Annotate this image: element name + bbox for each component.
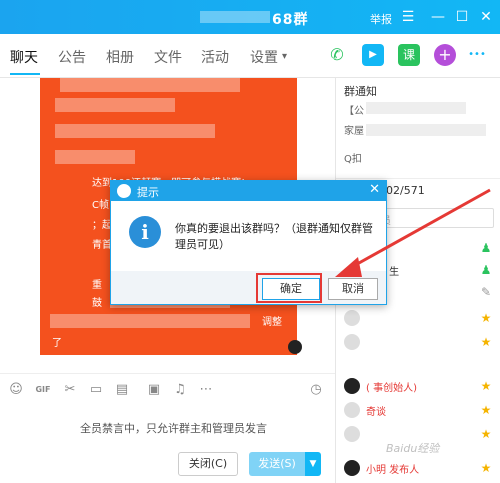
gif-icon[interactable]: GIF [34, 382, 52, 398]
add-app-icon[interactable]: + [434, 44, 456, 66]
emoji-icon[interactable]: ☺ [8, 382, 24, 398]
star-icon: ★ [480, 461, 492, 475]
notice-line: 【公 [344, 106, 364, 117]
avatar [344, 460, 360, 476]
maximize-icon[interactable]: ☐ [452, 7, 472, 27]
star-icon: ★ [480, 427, 492, 441]
tab-chat[interactable]: 聊天 [10, 47, 38, 67]
avatar [344, 402, 360, 418]
send-options-chevron-icon[interactable]: ▼ [305, 452, 321, 476]
tab-activity[interactable]: 活动 [201, 47, 229, 67]
video-icon[interactable]: ▶ [362, 44, 384, 66]
avatar [344, 378, 360, 394]
highlight-box [256, 273, 322, 303]
minimize-icon[interactable]: — [428, 7, 448, 27]
send-button[interactable]: 发送(S) [249, 452, 305, 476]
watermark: Baidu经验 [386, 442, 440, 455]
close-icon[interactable]: ✕ [476, 7, 496, 27]
close-button[interactable]: 关闭(C) [178, 452, 238, 476]
message-fragment: 重 [92, 280, 102, 291]
info-icon: i [129, 216, 161, 248]
dialog-title: 提示 [137, 186, 159, 199]
input-area: 全员禁言中，只允许群主和管理员发言 关闭(C) 发送(S) ▼ [0, 405, 335, 483]
scissors-icon[interactable]: ✂ [62, 382, 78, 398]
report-link[interactable]: 举报 [370, 11, 392, 27]
tab-files[interactable]: 文件 [154, 47, 182, 67]
group-notice-title[interactable]: 群通知 [344, 83, 377, 99]
window-title: 68群 [272, 12, 309, 28]
chat-toolbar: 聊天 公告 相册 文件 活动 设置 ▾ ✆ ▶ 课 + ••• [0, 34, 500, 78]
folder-icon[interactable]: ▭ [88, 382, 104, 398]
mute-notice: 全员禁言中，只允许群主和管理员发言 [80, 422, 267, 435]
more-icon[interactable]: ••• [466, 44, 488, 66]
message-fragment: ；起 [92, 220, 112, 231]
member-row[interactable]: ★ [344, 332, 494, 354]
history-clock-icon[interactable]: ◷ [308, 382, 324, 398]
avatar [344, 426, 360, 442]
message-fragment: 鼓 [92, 298, 102, 309]
document-icon[interactable]: ▤ [114, 382, 130, 398]
more-tools-icon[interactable]: ⋯ [198, 382, 214, 398]
image-icon[interactable]: ▣ [146, 382, 162, 398]
avatar [344, 310, 360, 326]
notice-line: Q扣 [344, 154, 362, 165]
message-fragment: 调整 [262, 317, 282, 328]
star-icon: ★ [480, 403, 492, 417]
class-icon[interactable]: 课 [398, 44, 420, 66]
chevron-down-icon[interactable]: ▾ [282, 51, 287, 62]
active-tab-indicator [10, 73, 40, 75]
member-row[interactable]: 奇谈 ★ [344, 400, 494, 422]
message-fragment: 青首 [92, 240, 112, 251]
phone-icon[interactable]: ✆ [326, 44, 348, 66]
message-fragment: 了 [52, 338, 62, 349]
star-icon: ★ [480, 311, 492, 325]
star-icon: ★ [480, 335, 492, 349]
annotation-arrow [335, 188, 491, 277]
member-row[interactable]: 小明 发布人 ★ [344, 458, 494, 480]
star-icon: ★ [480, 379, 492, 393]
edit-pencil-icon[interactable]: ✎ [478, 284, 494, 300]
message-fragment: C帧 [92, 200, 109, 211]
title-bar: 68群 举报 ☰ — ☐ ✕ [0, 0, 500, 34]
avatar [344, 334, 360, 350]
member-row[interactable]: ★ [344, 308, 494, 330]
tab-announcement[interactable]: 公告 [58, 47, 86, 67]
tab-album[interactable]: 相册 [106, 47, 134, 67]
notice-line: 家屋 [344, 126, 364, 137]
redacted-group-name [200, 11, 270, 23]
qq-logo-icon [117, 184, 131, 198]
tab-settings[interactable]: 设置 [250, 47, 278, 67]
qq-penguin-icon [288, 340, 302, 354]
member-row[interactable]: ( 事创始人) ★ [344, 376, 494, 398]
menu-icon[interactable]: ☰ [398, 7, 418, 27]
bell-mute-icon[interactable]: ♫ [172, 382, 188, 398]
input-toolbar: ☺ GIF ✂ ▭ ▤ ▣ ♫ ⋯ ◷ [0, 373, 335, 405]
